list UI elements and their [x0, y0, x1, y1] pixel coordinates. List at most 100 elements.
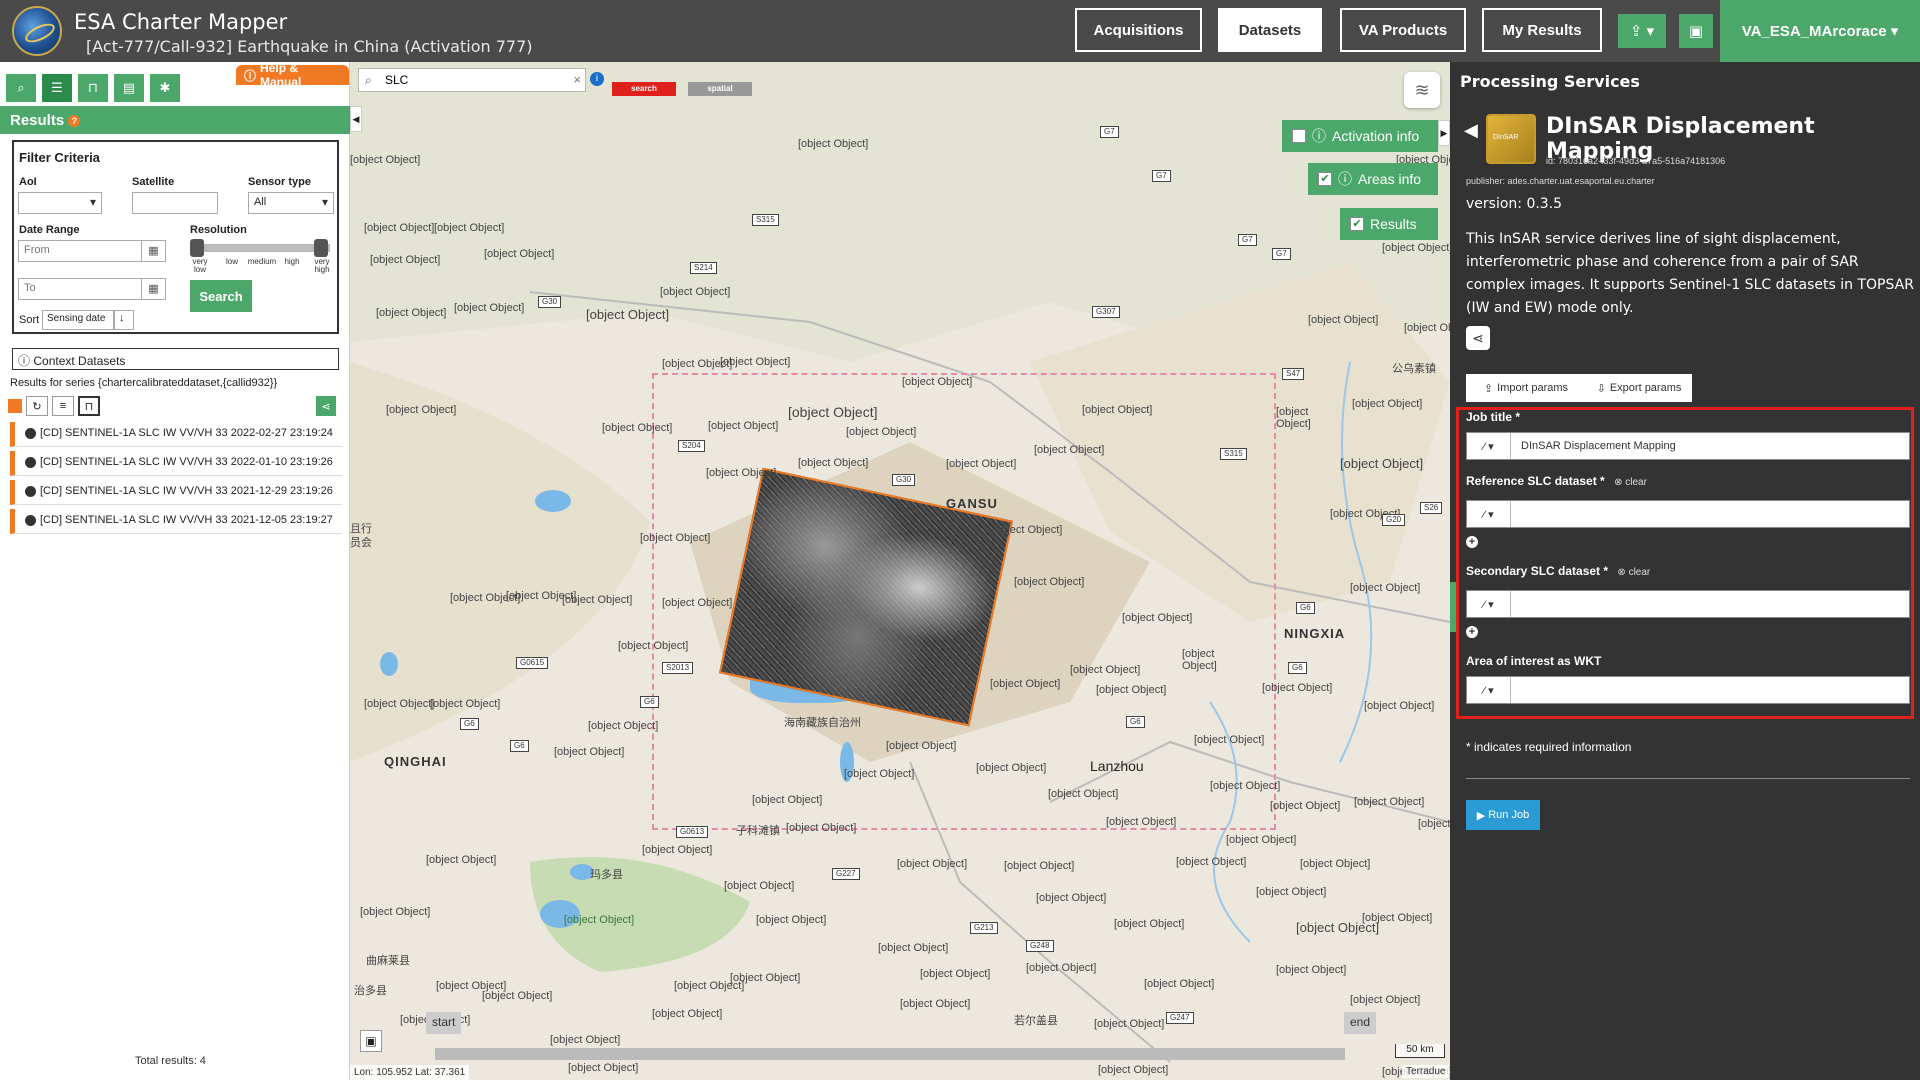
nav-my-results[interactable]: My Results: [1482, 8, 1602, 52]
search-tag[interactable]: search: [612, 82, 676, 96]
info-icon[interactable]: i: [590, 72, 604, 86]
road-badge: G7: [1100, 126, 1119, 138]
map-label: [object Object]: [674, 980, 745, 992]
list-icon[interactable]: ☰: [42, 74, 72, 102]
reference-slc-field[interactable]: ⁄ ▾: [1466, 500, 1910, 528]
map-label: [object Object]: [1106, 816, 1177, 828]
activation-info-label: Activation info: [1332, 128, 1420, 144]
timeline-slider[interactable]: [435, 1048, 1345, 1060]
road-badge: G0613: [676, 826, 709, 838]
date-to-field[interactable]: To ▦: [18, 278, 166, 300]
timeline-start[interactable]: start: [426, 1012, 462, 1034]
list-item[interactable]: [CD] SENTINEL-1A SLC IW VV/VH 33 2021-12…: [10, 509, 342, 534]
resolution-slider[interactable]: [190, 244, 330, 252]
map-label: [object Object]: [946, 458, 1017, 470]
upload-icon[interactable]: ⇪ ▾: [1618, 14, 1666, 48]
results-layer-button[interactable]: ✔ Results: [1340, 208, 1438, 240]
search-button[interactable]: Search: [190, 280, 252, 312]
sensor-type-select[interactable]: All: [248, 192, 334, 214]
magic-wand-icon[interactable]: ⁄ ▾: [1467, 677, 1511, 703]
collapse-left-icon[interactable]: ◀: [350, 106, 362, 132]
gear-icon[interactable]: ✱: [150, 74, 180, 102]
map-label: [object Object]: [640, 532, 711, 544]
aoi-wkt-field[interactable]: ⁄ ▾: [1466, 676, 1910, 704]
share-icon[interactable]: ⋖: [1466, 326, 1490, 350]
basket-icon[interactable]: ⊓: [78, 74, 108, 102]
sort-select[interactable]: Sensing date: [42, 310, 114, 330]
map-label: [object Object]: [1340, 456, 1424, 471]
map-label: [object Object]: [642, 844, 713, 856]
activation-info-button[interactable]: ⓘ Activation info: [1282, 120, 1438, 152]
resolution-min-handle[interactable]: [190, 239, 204, 257]
back-icon[interactable]: ◀: [1464, 120, 1478, 141]
clear-reference-link[interactable]: ⊗ clear: [1614, 477, 1647, 488]
layers-icon[interactable]: ≋: [1404, 72, 1440, 108]
select-all-checkbox[interactable]: [8, 399, 22, 413]
map-label: 员会: [350, 537, 372, 549]
nav-acquisitions[interactable]: Acquisitions: [1075, 8, 1202, 52]
collapse-right-icon[interactable]: ▶: [1438, 120, 1450, 146]
list-item[interactable]: [CD] SENTINEL-1A SLC IW VV/VH 33 2021-12…: [10, 480, 342, 505]
archive-icon[interactable]: ▤: [114, 74, 144, 102]
user-menu[interactable]: VA_ESA_MArcorace ▾: [1720, 0, 1920, 62]
add-reference-icon[interactable]: +: [1466, 536, 1478, 548]
aoi-wkt-label: Area of interest as WKT: [1466, 654, 1602, 668]
resolution-max-handle[interactable]: [314, 239, 328, 257]
context-datasets-bar[interactable]: ⓘ Context Datasets: [12, 348, 339, 370]
help-manual-button[interactable]: ⓘ Help & Manual: [236, 61, 349, 89]
export-params-button[interactable]: ⇩ Export params: [1586, 374, 1692, 402]
list-item[interactable]: [CD] SENTINEL-1A SLC IW VV/VH 33 2022-01…: [10, 451, 342, 476]
map-label: [object Object]: [1034, 444, 1105, 456]
map-mode-icon[interactable]: ▣: [360, 1030, 382, 1052]
map-label: [object Object]: [900, 998, 971, 1010]
areas-info-checkbox[interactable]: ✔: [1318, 172, 1332, 186]
map-label: [object Object]: [724, 880, 795, 892]
spatial-tag[interactable]: spatial: [688, 82, 752, 96]
list-view-icon[interactable]: ≡: [52, 396, 74, 416]
nav-datasets[interactable]: Datasets: [1218, 8, 1322, 52]
calendar-icon[interactable]: ▦: [141, 241, 165, 261]
question-icon[interactable]: ?: [68, 115, 81, 128]
map-label: [object Object]: [1352, 398, 1423, 410]
service-logo-icon: [1486, 114, 1536, 164]
magic-wand-icon[interactable]: ⁄ ▾: [1467, 433, 1511, 459]
briefcase-icon[interactable]: ▣: [1679, 14, 1713, 48]
add-secondary-icon[interactable]: +: [1466, 626, 1478, 638]
sort-direction-icon[interactable]: ↓: [114, 310, 134, 330]
list-item[interactable]: [CD] SENTINEL-1A SLC IW VV/VH 33 2022-02…: [10, 422, 342, 447]
service-id: id: 780316a2-f33f-49d3-a7a5-516a74181306: [1546, 156, 1726, 166]
clear-icon[interactable]: ×: [573, 72, 581, 87]
map-label: [object Object]: [976, 762, 1047, 774]
basket-icon[interactable]: ⊓: [78, 396, 100, 416]
job-title-field[interactable]: ⁄ ▾ DInSAR Displacement Mapping: [1466, 432, 1910, 460]
divider: [1466, 778, 1910, 779]
cursor-coordinates: Lon: 105.952 Lat: 37.361: [350, 1065, 470, 1080]
date-from-field[interactable]: From ▦: [18, 240, 166, 262]
results-checkbox[interactable]: ✔: [1350, 217, 1364, 231]
calendar-icon[interactable]: ▦: [141, 279, 165, 299]
nav-va-products[interactable]: VA Products: [1340, 8, 1466, 52]
map-label: [object Object]: [1350, 582, 1421, 594]
list-item-label: [CD] SENTINEL-1A SLC IW VV/VH 33 2022-02…: [40, 427, 333, 439]
import-params-button[interactable]: ⇪ Import params: [1466, 374, 1586, 402]
magic-wand-icon[interactable]: ⁄ ▾: [1467, 591, 1511, 617]
map-label: [object Object]: [878, 942, 949, 954]
aoi-select[interactable]: [18, 192, 102, 214]
share-icon[interactable]: ⋖: [316, 396, 336, 416]
map-label: [object Object]: [896, 858, 968, 870]
areas-info-button[interactable]: ✔ ⓘ Areas info: [1308, 163, 1438, 195]
timeline-end[interactable]: end: [1344, 1012, 1377, 1034]
clear-secondary-link[interactable]: ⊗ clear: [1617, 567, 1650, 578]
map-label: [object Object]: [1176, 856, 1247, 868]
run-job-button[interactable]: ▶ Run Job: [1466, 800, 1540, 830]
satellite-field[interactable]: [132, 192, 218, 214]
map-view[interactable]: [object Object] [object Object] [object …: [350, 62, 1450, 1080]
download-icon: ⇩: [1596, 382, 1606, 395]
activation-info-checkbox[interactable]: [1292, 129, 1306, 143]
secondary-slc-field[interactable]: ⁄ ▾: [1466, 590, 1910, 618]
magic-wand-icon[interactable]: ⁄ ▾: [1467, 501, 1511, 527]
search-icon[interactable]: ⌕: [6, 74, 36, 102]
province-label: QINGHAI: [384, 754, 447, 769]
refresh-icon[interactable]: ↻: [26, 396, 48, 416]
map-search-input[interactable]: [385, 71, 565, 89]
